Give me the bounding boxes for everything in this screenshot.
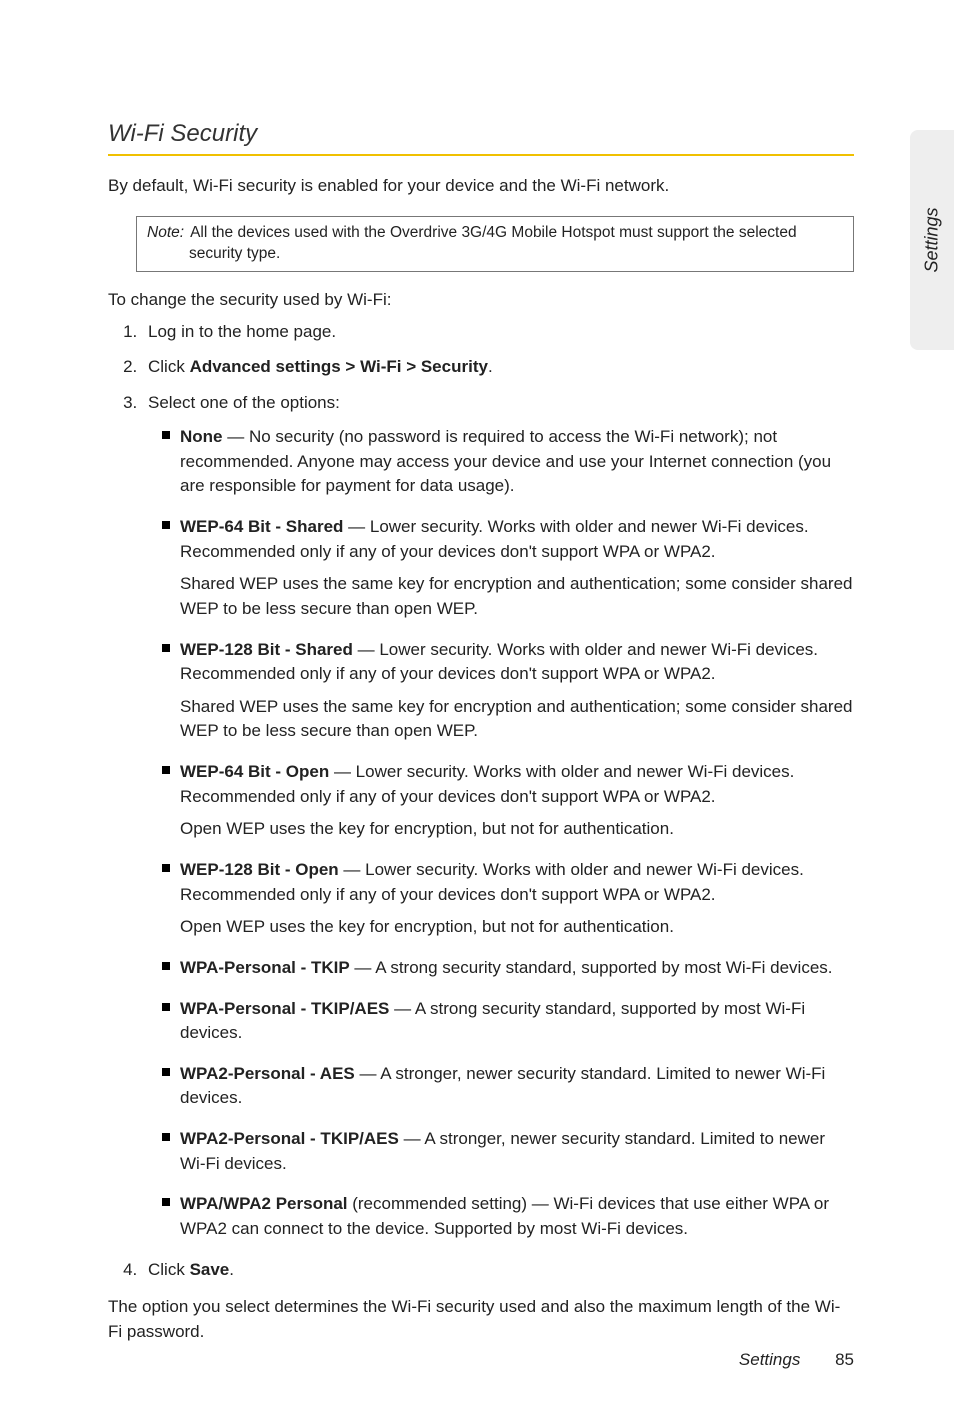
- option-wep64o-label: WEP-64 Bit - Open: [180, 762, 329, 781]
- option-wep64-open: WEP-64 Bit - Open — Lower security. Work…: [162, 760, 854, 842]
- option-wep64s-extra: Shared WEP uses the same key for encrypt…: [180, 572, 854, 621]
- step-1: Log in to the home page.: [142, 320, 854, 344]
- option-none: None — No security (no password is requi…: [162, 425, 854, 499]
- step-4: Click Save.: [142, 1258, 854, 1282]
- option-wep64o-extra: Open WEP uses the key for encryption, bu…: [180, 817, 854, 842]
- page-container: Settings Wi-Fi Security By default, Wi-F…: [0, 0, 954, 1422]
- page-footer: Settings 85: [739, 1350, 854, 1370]
- step-1-text: Log in to the home page.: [148, 322, 336, 341]
- step-3-text: Select one of the options:: [148, 393, 340, 412]
- step-2-bold: Advanced settings > Wi-Fi > Security: [190, 357, 488, 376]
- step-4-suffix: .: [229, 1260, 234, 1279]
- options-list: None — No security (no password is requi…: [148, 425, 854, 1242]
- option-wpa2a-label: WPA2-Personal - AES: [180, 1064, 355, 1083]
- side-tab-label: Settings: [922, 207, 943, 272]
- option-wpatk-desc: — A strong security standard, supported …: [350, 958, 833, 977]
- footer-section: Settings: [739, 1350, 800, 1369]
- page-title: Wi-Fi Security: [108, 120, 854, 156]
- intro-text: By default, Wi-Fi security is enabled fo…: [108, 174, 854, 198]
- option-none-desc: — No security (no password is required t…: [180, 427, 831, 495]
- option-wep64-shared: WEP-64 Bit - Shared — Lower security. Wo…: [162, 515, 854, 622]
- option-none-label: None: [180, 427, 223, 446]
- option-wpa-wpa2: WPA/WPA2 Personal (recommended setting) …: [162, 1192, 854, 1241]
- option-wep64s-label: WEP-64 Bit - Shared: [180, 517, 343, 536]
- option-wpa2-aes: WPA2-Personal - AES — A stronger, newer …: [162, 1062, 854, 1111]
- option-wpatk-label: WPA-Personal - TKIP: [180, 958, 350, 977]
- option-wpa2ta-label: WPA2-Personal - TKIP/AES: [180, 1129, 399, 1148]
- step-2: Click Advanced settings > Wi-Fi > Securi…: [142, 355, 854, 379]
- step-4-prefix: Click: [148, 1260, 190, 1279]
- option-wpa-tkip: WPA-Personal - TKIP — A strong security …: [162, 956, 854, 981]
- option-wep128s-label: WEP-128 Bit - Shared: [180, 640, 353, 659]
- option-wep128-open: WEP-128 Bit - Open — Lower security. Wor…: [162, 858, 854, 940]
- step-2-prefix: Click: [148, 357, 190, 376]
- note-text: All the devices used with the Overdrive …: [189, 224, 797, 262]
- option-wpa-tkip-aes: WPA-Personal - TKIP/AES — A strong secur…: [162, 997, 854, 1046]
- steps-list: Log in to the home page. Click Advanced …: [108, 320, 854, 1282]
- option-wpaw2-label: WPA/WPA2 Personal: [180, 1194, 348, 1213]
- lead-text: To change the security used by Wi-Fi:: [108, 290, 854, 310]
- option-wep128o-extra: Open WEP uses the key for encryption, bu…: [180, 915, 854, 940]
- option-wep128s-extra: Shared WEP uses the same key for encrypt…: [180, 695, 854, 744]
- note-box: Note: All the devices used with the Overd…: [136, 216, 854, 272]
- step-2-suffix: .: [488, 357, 493, 376]
- side-tab: Settings: [910, 130, 954, 350]
- step-4-bold: Save: [190, 1260, 230, 1279]
- step-3: Select one of the options: None — No sec…: [142, 391, 854, 1241]
- option-wpata-label: WPA-Personal - TKIP/AES: [180, 999, 389, 1018]
- closing-text: The option you select determines the Wi-…: [108, 1295, 854, 1344]
- footer-page-number: 85: [835, 1350, 854, 1369]
- note-label: Note:: [147, 224, 184, 241]
- option-wep128o-label: WEP-128 Bit - Open: [180, 860, 339, 879]
- option-wpa2-tkip-aes: WPA2-Personal - TKIP/AES — A stronger, n…: [162, 1127, 854, 1176]
- option-wep128-shared: WEP-128 Bit - Shared — Lower security. W…: [162, 638, 854, 745]
